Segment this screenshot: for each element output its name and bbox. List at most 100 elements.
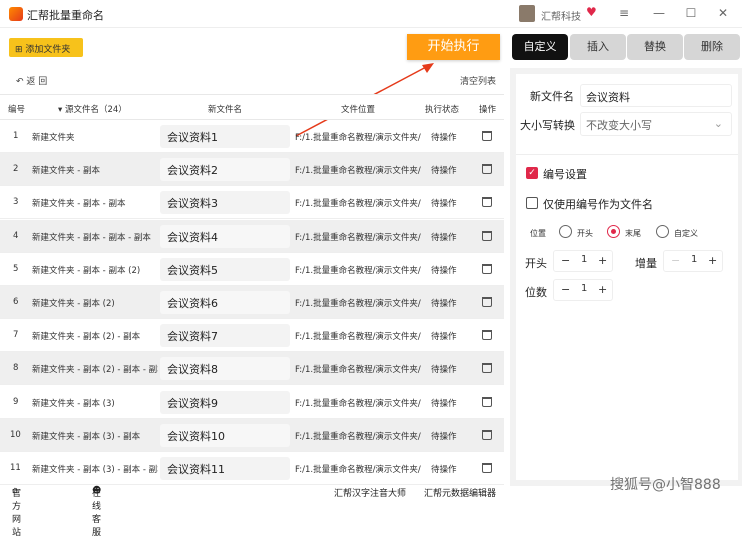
avatar[interactable]	[519, 5, 535, 22]
user-name[interactable]: 汇帮科技	[541, 8, 581, 23]
app-link-1[interactable]: 汇帮汉字注音大师	[334, 486, 406, 499]
row-location: F:/1.批量重命名教程/演示文件夹/新	[295, 166, 421, 177]
case-value: 不改变大小写	[586, 119, 652, 132]
row-new-name: 会议资料11	[160, 457, 290, 480]
back-button[interactable]: ↶ 返 回	[16, 74, 47, 87]
trash-icon[interactable]	[482, 131, 492, 141]
col-source[interactable]: ▾ 源文件名（24）	[58, 103, 127, 115]
case-label: 大小写转换	[520, 119, 575, 132]
tab-delete[interactable]: 删除	[684, 34, 740, 60]
tab-insert[interactable]: 插入	[570, 34, 626, 60]
chevron-down-icon: ⌄	[713, 117, 723, 130]
trash-icon[interactable]	[482, 330, 492, 341]
row-new-name: 会议资料7	[160, 324, 290, 348]
trash-icon[interactable]	[482, 263, 492, 274]
only-number-checkbox[interactable]	[526, 197, 538, 209]
row-source-name: 新建文件夹 - 副本 (3) - 副本	[32, 431, 141, 442]
close-button[interactable]: ✕	[716, 6, 730, 20]
row-source-name: 新建文件夹 - 副本 (2) - 副本	[32, 332, 141, 343]
start-label: 开头	[525, 257, 547, 270]
row-source-name: 新建文件夹	[32, 133, 75, 143]
row-index: 10	[10, 429, 21, 440]
row-source-name: 新建文件夹 - 副本 (2)	[32, 299, 115, 309]
minus-icon[interactable]: −	[561, 283, 570, 296]
start-stepper[interactable]: −1 +	[553, 250, 613, 272]
table-row[interactable]: 4 新建文件夹 - 副本 - 副本 - 副本 会议资料4 F:/1.批量重命名教…	[0, 219, 504, 253]
col-new: 新文件名	[208, 105, 243, 115]
position-label: 位置	[530, 229, 546, 238]
row-index: 11	[10, 463, 21, 473]
watermark: 搜狐号@小智888	[610, 477, 721, 493]
digits-stepper[interactable]: −1 +	[553, 279, 613, 301]
position-custom-radio[interactable]	[656, 225, 669, 238]
row-location: F:/1.批量重命名教程/演示文件夹/新	[295, 332, 421, 343]
minimize-button[interactable]: —	[652, 6, 666, 20]
maximize-button[interactable]: ☐	[684, 6, 698, 20]
position-start-label: 开头	[577, 229, 593, 238]
trash-icon[interactable]	[482, 429, 492, 440]
case-select[interactable]: 不改变大小写 ⌄	[580, 112, 732, 136]
trash-icon[interactable]	[482, 197, 492, 208]
clear-list-button[interactable]: 清空列表	[460, 74, 496, 87]
tab-replace[interactable]: 替换	[627, 34, 683, 60]
col-action: 操作	[479, 105, 497, 115]
trash-icon[interactable]	[482, 230, 492, 241]
minus-icon[interactable]: −	[671, 254, 680, 267]
row-status: 待操作	[431, 232, 457, 243]
row-status: 待操作	[431, 465, 457, 475]
row-index: 9	[13, 396, 19, 407]
table-row[interactable]: 6 新建文件夹 - 副本 (2) 会议资料6 F:/1.批量重命名教程/演示文件…	[0, 286, 504, 319]
trash-icon[interactable]	[482, 396, 492, 407]
row-new-name: 会议资料9	[160, 390, 290, 414]
row-location: F:/1.批量重命名教程/演示文件夹/新	[295, 133, 421, 143]
row-location: F:/1.批量重命名教程/演示文件夹/新	[295, 232, 421, 243]
app-logo-icon	[9, 7, 23, 21]
trash-icon[interactable]	[482, 363, 492, 374]
table-row[interactable]: 8 新建文件夹 - 副本 (2) - 副本 - 副本 会议资料8 F:/1.批量…	[0, 352, 504, 386]
support-label: 在线客服	[92, 489, 102, 538]
trash-icon[interactable]	[482, 297, 492, 307]
table-row[interactable]: 10 新建文件夹 - 副本 (3) - 副本 会议资料10 F:/1.批量重命名…	[0, 418, 504, 452]
row-new-name: 会议资料3	[160, 191, 290, 215]
row-location: F:/1.批量重命名教程/演示文件夹/新	[295, 199, 421, 210]
tab-custom[interactable]: 自定义	[512, 34, 568, 60]
table-row[interactable]: 5 新建文件夹 - 副本 - 副本 (2) 会议资料5 F:/1.批量重命名教程…	[0, 253, 504, 286]
position-start-radio[interactable]	[559, 225, 572, 238]
row-new-name: 会议资料5	[160, 257, 290, 281]
back-label: 返 回	[26, 77, 48, 87]
step-stepper[interactable]: −1 +	[663, 250, 723, 272]
vip-heart-icon[interactable]: ♥	[586, 5, 597, 19]
row-index: 6	[13, 297, 19, 307]
row-status: 待操作	[431, 299, 457, 309]
col-location: 文件位置	[341, 105, 376, 115]
new-name-input[interactable]: 会议资料	[580, 84, 732, 107]
minus-icon[interactable]: −	[561, 254, 570, 267]
add-folder-button[interactable]: ⊞ 添加文件夹	[9, 38, 83, 57]
row-source-name: 新建文件夹 - 副本 - 副本	[32, 199, 126, 210]
row-index: 5	[13, 263, 19, 274]
row-status: 待操作	[431, 332, 457, 343]
trash-icon[interactable]	[482, 463, 492, 473]
table-row[interactable]: 7 新建文件夹 - 副本 (2) - 副本 会议资料7 F:/1.批量重命名教程…	[0, 319, 504, 353]
table-row[interactable]: 11 新建文件夹 - 副本 (3) - 副本 - 副本 会议资料11 F:/1.…	[0, 452, 504, 485]
plus-icon[interactable]: +	[708, 254, 717, 267]
plus-icon[interactable]: +	[598, 283, 607, 296]
table-row[interactable]: 2 新建文件夹 - 副本 会议资料2 F:/1.批量重命名教程/演示文件夹/新 …	[0, 153, 504, 187]
plus-icon[interactable]: +	[598, 254, 607, 267]
row-location: F:/1.批量重命名教程/演示文件夹/新	[295, 398, 421, 409]
app-link-2[interactable]: 汇帮元数据编辑器	[424, 486, 496, 499]
numbering-checkbox[interactable]: ✓	[526, 167, 538, 179]
step-value: 1	[691, 254, 698, 265]
table-row[interactable]: 3 新建文件夹 - 副本 - 副本 会议资料3 F:/1.批量重命名教程/演示文…	[0, 186, 504, 220]
table-row[interactable]: 1 新建文件夹 会议资料1 F:/1.批量重命名教程/演示文件夹/新 待操作	[0, 120, 504, 153]
row-index: 1	[13, 131, 19, 141]
row-new-name: 会议资料1	[160, 125, 290, 148]
position-end-radio[interactable]	[607, 225, 620, 238]
trash-icon[interactable]	[482, 164, 492, 175]
add-folder-label: 添加文件夹	[25, 45, 71, 55]
table-row[interactable]: 9 新建文件夹 - 副本 (3) 会议资料9 F:/1.批量重命名教程/演示文件…	[0, 386, 504, 419]
start-button[interactable]: 开始执行	[407, 34, 500, 60]
divider	[516, 154, 738, 155]
menu-icon[interactable]: ≡	[617, 6, 631, 20]
row-status: 待操作	[431, 431, 457, 442]
